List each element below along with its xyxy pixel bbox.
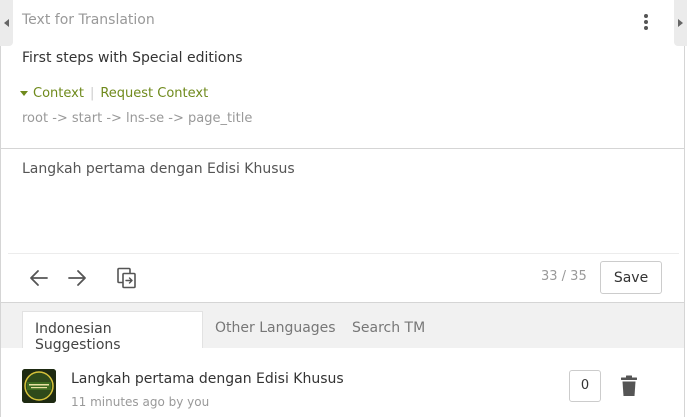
arrow-right-icon[interactable] <box>66 267 88 289</box>
chevron-left-icon <box>4 19 9 27</box>
save-button[interactable]: Save <box>600 261 662 294</box>
frame-right-border <box>684 0 685 417</box>
section-title: Text for Translation <box>22 12 155 28</box>
trash-icon[interactable] <box>620 375 638 397</box>
suggestion-meta: 11 minutes ago by you <box>71 395 210 409</box>
tab-other-languages[interactable]: Other Languages <box>203 311 348 348</box>
context-separator: | <box>89 86 95 101</box>
scroll-right-button[interactable] <box>674 0 687 46</box>
context-toggle[interactable]: Context <box>33 86 84 101</box>
copy-original-icon[interactable] <box>115 266 139 290</box>
request-context-link[interactable]: Request Context <box>100 86 208 101</box>
more-options-icon[interactable] <box>638 12 654 32</box>
string-path: root -> start -> lns-se -> page_title <box>22 111 253 126</box>
chevron-right-icon <box>678 19 683 27</box>
scroll-left-button[interactable] <box>0 0 13 46</box>
suggestion-text[interactable]: Langkah pertama dengan Edisi Khusus <box>71 371 344 387</box>
translation-input[interactable]: Langkah pertama dengan Edisi Khusus <box>2 149 682 253</box>
tab-search-tm[interactable]: Search TM <box>340 311 437 348</box>
divider <box>8 253 679 254</box>
suggestion-tabs: Indonesian Suggestions Other Languages S… <box>1 303 684 353</box>
character-counter: 33 / 35 <box>541 269 587 284</box>
avatar <box>22 369 56 403</box>
arrow-left-icon[interactable] <box>28 267 50 289</box>
source-string: First steps with Special editions <box>22 50 243 66</box>
vote-count[interactable]: 0 <box>569 370 601 402</box>
context-row: Context | Request Context <box>20 86 208 101</box>
tab-indonesian-suggestions[interactable]: Indonesian Suggestions <box>22 311 203 353</box>
caret-down-icon <box>20 91 28 96</box>
frame-left-border <box>0 0 1 417</box>
